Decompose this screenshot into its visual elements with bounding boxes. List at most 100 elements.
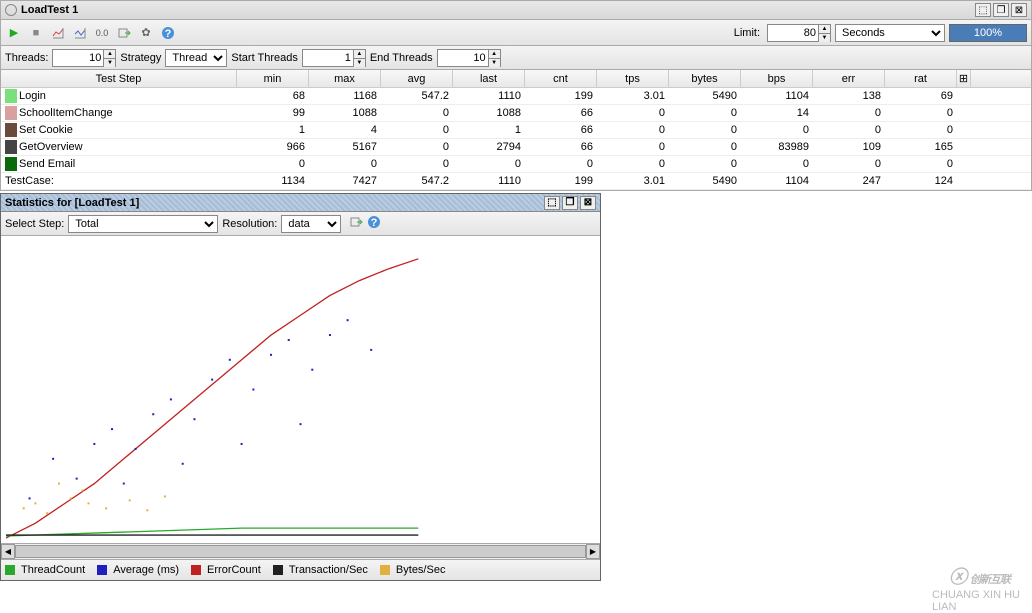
cell-value: 109 <box>813 139 885 155</box>
th-bps[interactable]: bps <box>741 70 813 87</box>
cell-value: 547.2 <box>381 88 453 104</box>
th-tps[interactable]: tps <box>597 70 669 87</box>
legend-label: Transaction/Sec <box>289 564 368 576</box>
cell-value: 3.01 <box>597 88 669 104</box>
table-row[interactable]: SchoolItemChange9910880108866001400 <box>1 105 1031 122</box>
start-threads-label: Start Threads <box>231 52 297 64</box>
start-threads-spinner[interactable]: ▲▼ <box>302 49 366 67</box>
cell-value: 66 <box>525 139 597 155</box>
resolution-combo[interactable]: data <box>281 215 341 233</box>
cell-value: 1 <box>237 122 309 138</box>
settings-icon[interactable]: ✿ <box>137 24 155 42</box>
reset-icon[interactable]: 0.0 <box>93 24 111 42</box>
table-row[interactable]: Login681168547.211101993.015490110413869 <box>1 88 1031 105</box>
scroll-thumb[interactable] <box>15 545 586 558</box>
th-bytes[interactable]: bytes <box>669 70 741 87</box>
cell-value: 165 <box>885 139 957 155</box>
cell-name: GetOverview <box>1 139 237 155</box>
stats-title: Statistics for [LoadTest 1] <box>5 197 139 209</box>
th-avg[interactable]: avg <box>381 70 453 87</box>
run-button[interactable]: ▶ <box>5 24 23 42</box>
end-threads-input[interactable] <box>438 50 488 66</box>
cell-value: 5167 <box>309 139 381 155</box>
end-threads-spinner[interactable]: ▲▼ <box>437 49 501 67</box>
legend-swatch <box>5 565 15 575</box>
svg-text:?: ? <box>371 217 378 229</box>
cell-value: 138 <box>813 88 885 104</box>
stop-button[interactable]: ■ <box>27 24 45 42</box>
restore-icon[interactable]: ❐ <box>993 3 1009 17</box>
stats-close-icon[interactable]: ⊠ <box>580 196 596 210</box>
limit-label: Limit: <box>734 27 760 39</box>
cell-value: 1104 <box>741 88 813 104</box>
limit-spinner[interactable]: ▲▼ <box>767 24 831 42</box>
table-row[interactable]: TestCase:11347427547.211101993.015490110… <box>1 173 1031 190</box>
limit-up[interactable]: ▲ <box>818 25 830 34</box>
cell-value: 0 <box>669 105 741 121</box>
table-row[interactable]: Send Email0000000000 <box>1 156 1031 173</box>
threads-input[interactable] <box>53 50 103 66</box>
legend-label: ThreadCount <box>21 564 85 576</box>
cell-value: 1110 <box>453 88 525 104</box>
watermark-logo: ⓧ 创新互联 CHUANG XIN HU LIAN <box>932 568 1027 608</box>
th-min[interactable]: min <box>237 70 309 87</box>
stats-chart[interactable] <box>1 236 600 544</box>
window-title: LoadTest 1 <box>21 4 973 16</box>
row-color-icon <box>5 157 17 171</box>
stats-chart2-icon[interactable] <box>71 24 89 42</box>
cell-value: 0 <box>381 105 453 121</box>
results-table: Test Step min max avg last cnt tps bytes… <box>0 70 1032 191</box>
th-teststep[interactable]: Test Step <box>1 70 237 87</box>
help-icon[interactable]: ? <box>159 24 177 42</box>
select-step-combo[interactable]: Total <box>68 215 218 233</box>
row-color-icon <box>5 89 17 103</box>
maximize-internal-icon[interactable]: ⬚ <box>975 3 991 17</box>
cell-value: 0 <box>597 122 669 138</box>
legend-label: Average (ms) <box>113 564 179 576</box>
table-row[interactable]: Set Cookie14016600000 <box>1 122 1031 139</box>
table-row[interactable]: GetOverview966516702794660083989109165 <box>1 139 1031 156</box>
cell-value: 0 <box>669 156 741 172</box>
th-rat[interactable]: rat <box>885 70 957 87</box>
stats-panel: Statistics for [LoadTest 1] ⬚ ❐ ⊠ Select… <box>0 193 601 581</box>
close-icon[interactable]: ⊠ <box>1011 3 1027 17</box>
threads-spinner[interactable]: ▲▼ <box>52 49 116 67</box>
export-icon[interactable] <box>115 24 133 42</box>
stats-export-icon[interactable] <box>349 215 363 232</box>
table-header: Test Step min max avg last cnt tps bytes… <box>1 70 1031 88</box>
window-titlebar: LoadTest 1 ⬚ ❐ ⊠ <box>0 0 1032 20</box>
chart-legend: ThreadCountAverage (ms)ErrorCountTransac… <box>1 560 600 580</box>
stats-chart-icon[interactable] <box>49 24 67 42</box>
stats-max-icon[interactable]: ❐ <box>562 196 578 210</box>
cell-value: 1168 <box>309 88 381 104</box>
legend-swatch <box>191 565 201 575</box>
scroll-right-icon[interactable]: ▶ <box>586 544 600 559</box>
cell-value: 0 <box>453 156 525 172</box>
cell-value: 7427 <box>309 173 381 189</box>
cell-value: 83989 <box>741 139 813 155</box>
chart-scrollbar[interactable]: ◀ ▶ <box>1 544 600 560</box>
limit-unit-select[interactable]: Seconds <box>835 24 945 42</box>
th-options-icon[interactable]: ⊞ <box>957 70 971 87</box>
cell-value: 0 <box>885 105 957 121</box>
start-threads-input[interactable] <box>303 50 353 66</box>
stats-min-icon[interactable]: ⬚ <box>544 196 560 210</box>
limit-input[interactable] <box>768 25 818 41</box>
cell-value: 0 <box>597 105 669 121</box>
th-cnt[interactable]: cnt <box>525 70 597 87</box>
th-err[interactable]: err <box>813 70 885 87</box>
limit-down[interactable]: ▼ <box>818 34 830 42</box>
stats-help-icon[interactable]: ? <box>367 215 381 232</box>
scroll-left-icon[interactable]: ◀ <box>1 544 15 559</box>
cell-value: 0 <box>741 156 813 172</box>
cell-value: 14 <box>741 105 813 121</box>
cell-value: 5490 <box>669 173 741 189</box>
cell-value: 5490 <box>669 88 741 104</box>
strategy-select[interactable]: Thread <box>165 49 227 67</box>
th-max[interactable]: max <box>309 70 381 87</box>
th-last[interactable]: last <box>453 70 525 87</box>
cell-name: Set Cookie <box>1 122 237 138</box>
threads-label: Threads: <box>5 52 48 64</box>
cell-name: TestCase: <box>1 173 237 189</box>
legend-swatch <box>273 565 283 575</box>
